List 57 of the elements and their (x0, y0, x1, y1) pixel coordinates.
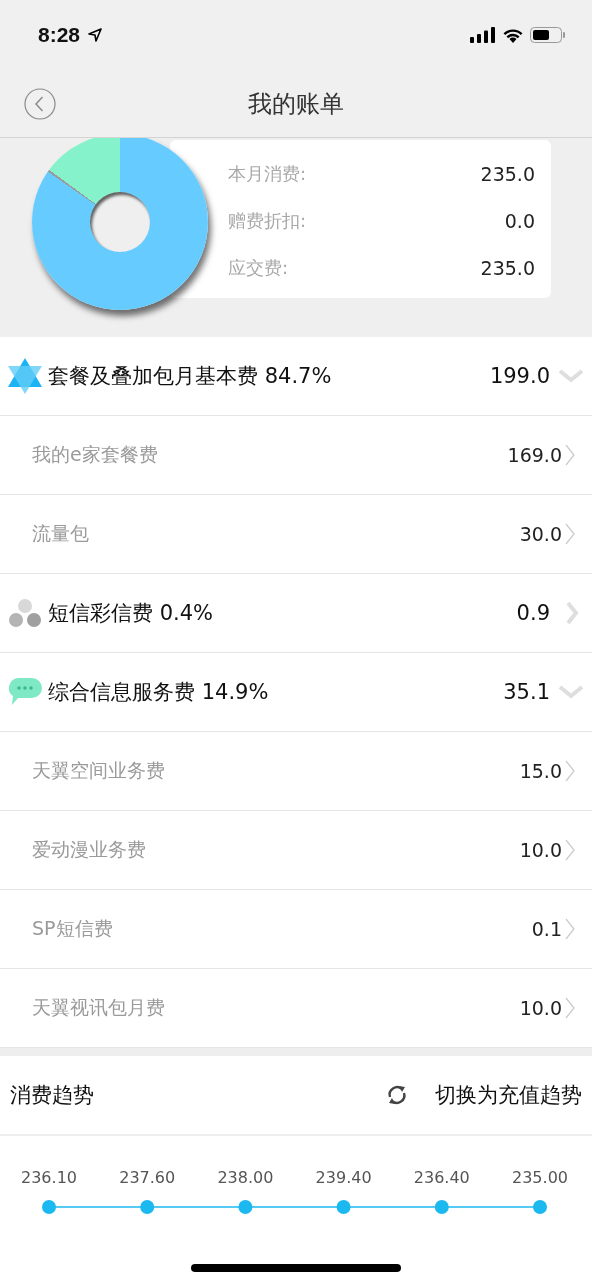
chevron-right-icon (564, 838, 576, 862)
fee-amount: 0.9 (516, 601, 550, 625)
fee-amount: 10.0 (519, 839, 562, 861)
fee-amount: 169.0 (507, 444, 562, 466)
summary-value: 235.0 (480, 257, 535, 279)
chevron-down-icon (558, 369, 584, 383)
data-label: 235.00 (512, 1168, 568, 1187)
summary-value: 235.0 (480, 163, 535, 185)
fee-amount: 30.0 (519, 523, 562, 545)
page-title: 我的账单 (248, 88, 344, 120)
chat-bubble-icon (8, 677, 42, 707)
fee-amount: 199.0 (489, 364, 550, 388)
chevron-down-icon (558, 685, 584, 699)
fee-category-label: 综合信息服务费 14.9% (48, 679, 270, 706)
fee-category-label: 短信彩信费 0.4% (48, 600, 215, 627)
fee-category-label: 套餐及叠加包月基本费 84.7% (48, 363, 333, 390)
battery-icon (530, 27, 566, 43)
dots-icon (8, 598, 42, 628)
chevron-right-icon (564, 522, 576, 546)
fee-item-label: 我的e家套餐费 (32, 442, 159, 467)
switch-trend-button[interactable]: 切换为充值趋势 (385, 1081, 582, 1109)
fee-amount: 15.0 (519, 760, 562, 782)
back-button[interactable] (24, 88, 56, 120)
data-label: 239.40 (315, 1168, 372, 1187)
summary-value: 0.0 (504, 210, 535, 232)
fee-amount: 10.0 (519, 997, 562, 1019)
star-icon (8, 358, 42, 394)
data-label: 237.60 (119, 1168, 176, 1187)
data-point (42, 1200, 56, 1214)
fee-amount: 35.1 (503, 680, 550, 704)
chevron-right-icon (564, 443, 576, 467)
status-time: 8:28 (38, 23, 81, 47)
data-point (336, 1200, 351, 1214)
summary-label: 应交费: (228, 256, 289, 280)
chevron-right-icon (564, 917, 576, 941)
data-point (533, 1200, 547, 1214)
fee-item-label: SP短信费 (32, 916, 114, 941)
data-label: 238.00 (217, 1168, 274, 1187)
data-label: 236.10 (21, 1168, 77, 1187)
fee-item-label: 流量包 (32, 521, 90, 546)
signal-icon (470, 27, 496, 43)
fee-amount: 0.1 (531, 918, 562, 940)
fee-item-label: 天翼空间业务费 (32, 758, 166, 783)
summary-label: 本月消费: (228, 162, 307, 186)
data-point (238, 1200, 253, 1214)
fee-item-label: 爱动漫业务费 (32, 837, 147, 862)
refresh-icon (385, 1083, 409, 1107)
data-point (434, 1200, 449, 1214)
chevron-right-icon (564, 759, 576, 783)
trend-title: 消费趋势 (10, 1082, 94, 1109)
wifi-icon (502, 27, 524, 43)
fee-item-label: 天翼视讯包月费 (32, 995, 166, 1020)
data-point (140, 1200, 155, 1214)
chevron-right-icon (564, 996, 576, 1020)
summary-label: 赠费折扣: (228, 209, 307, 233)
location-arrow-icon (88, 28, 103, 42)
data-label: 236.40 (413, 1168, 470, 1187)
